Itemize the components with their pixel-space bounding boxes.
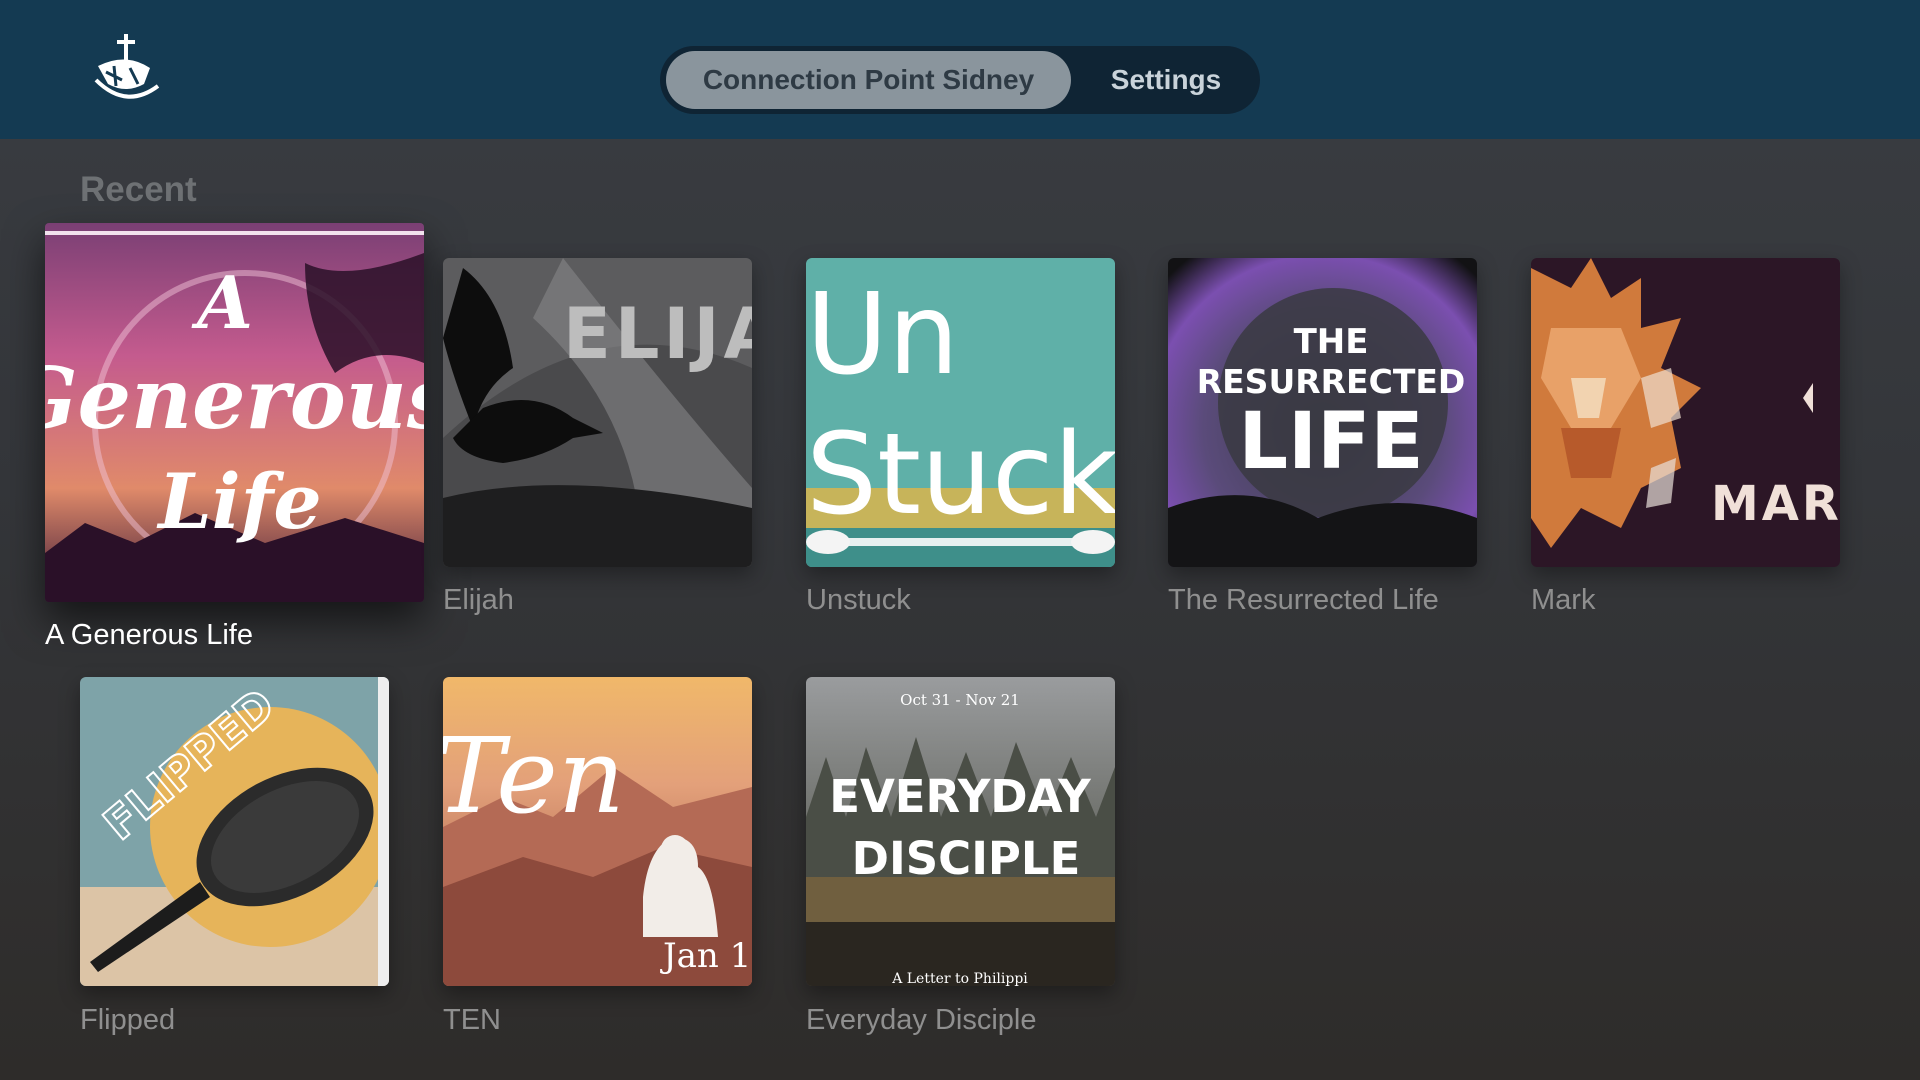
art-text-everyday: EVERYDAY [829,770,1092,823]
series-title: Elijah [443,584,514,616]
art-text-life: LIFE [1238,397,1423,487]
art-text-un: Un [806,270,959,400]
series-artwork: A Generous Life [45,223,424,602]
series-title: Mark [1531,584,1596,616]
series-artwork: THE RESURRECTED LIFE [1168,258,1477,567]
tab-settings[interactable]: Settings [1083,51,1249,109]
art-text-mar: MAR [1711,476,1840,532]
art-text-a: A [191,260,253,345]
art-text-ten: Ten [443,715,625,837]
art-text-date: Jan 1 [660,936,751,976]
art-text-date-range: Oct 31 - Nov 21 [900,691,1020,709]
series-title: TEN [443,1004,501,1036]
series-title: Flipped [80,1004,176,1036]
series-artwork: Oct 31 - Nov 21 EVERYDAY DISCIPLE A Lett… [806,677,1115,986]
section-title: Recent [80,170,197,209]
art-text-elija: ELIJA [563,293,752,375]
series-artwork: ELIJA [443,258,752,567]
series-artwork: Ten Jan 1 [443,677,752,986]
art-text-stuck: Stuck [806,410,1115,540]
tab-bar: Connection Point Sidney Settings [660,46,1260,114]
art-text-disciple: DISCIPLE [852,832,1081,885]
series-title: A Generous Life [45,619,253,651]
tab-connection-point-sidney[interactable]: Connection Point Sidney [666,51,1071,109]
series-artwork: FLIPPED [80,677,389,986]
series-artwork: Un Stuck [806,258,1115,567]
series-title: The Resurrected Life [1168,584,1439,616]
series-artwork: MAR [1531,258,1840,567]
church-logo-icon[interactable] [86,28,166,108]
series-title: Everyday Disciple [806,1004,1037,1036]
art-text-the: THE [1294,322,1369,362]
art-text-life: Life [156,457,321,546]
art-text-resurrected: RESURRECTED [1197,362,1466,401]
art-text-generous: Generous [45,349,424,448]
top-navigation-bar: Connection Point Sidney Settings [0,0,1920,139]
series-title: Unstuck [806,584,911,616]
art-text-subtitle: A Letter to Philippi [891,971,1028,986]
